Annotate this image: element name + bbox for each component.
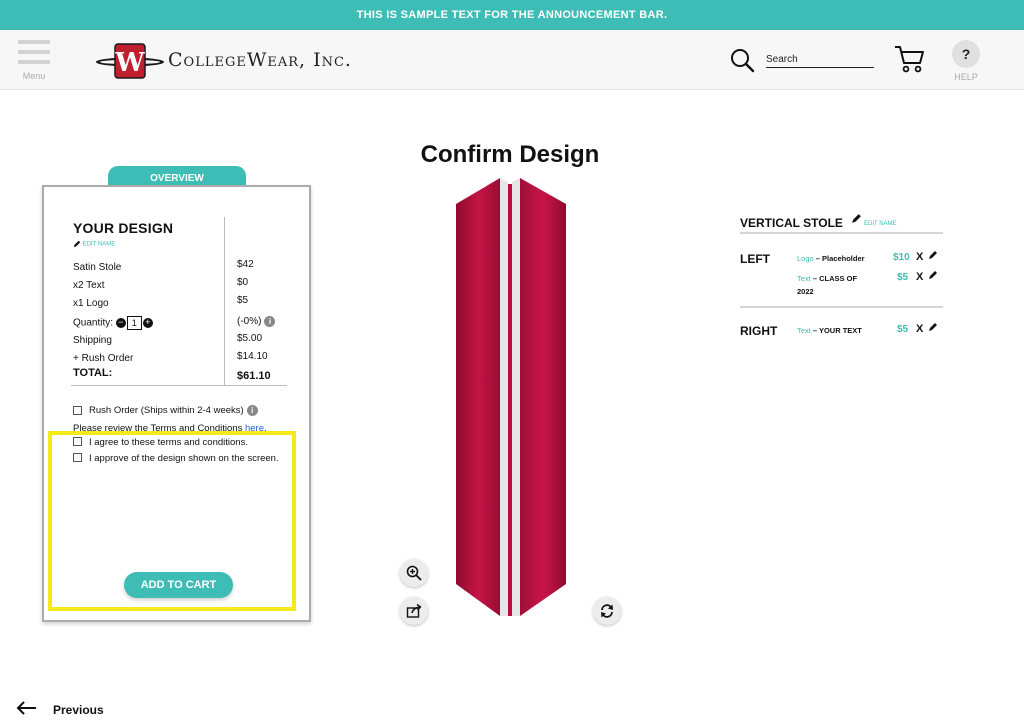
help-label: HELP bbox=[954, 72, 978, 82]
logo-icon[interactable]: W bbox=[95, 41, 165, 81]
item-separator: – bbox=[813, 254, 823, 263]
previous-button[interactable]: Previous bbox=[16, 698, 116, 720]
stole-left-edge bbox=[500, 178, 508, 616]
share-icon bbox=[406, 603, 422, 618]
page-title: Confirm Design bbox=[420, 141, 600, 168]
share-button[interactable] bbox=[400, 597, 428, 625]
left-side-label: LEFT bbox=[740, 252, 770, 266]
rotate-button[interactable] bbox=[593, 597, 621, 625]
item-type: Text bbox=[797, 326, 811, 335]
pencil-icon[interactable] bbox=[928, 270, 938, 280]
help-button[interactable]: ? HELP bbox=[950, 40, 982, 86]
info-icon[interactable]: i bbox=[246, 405, 258, 416]
zoom-in-icon bbox=[406, 565, 422, 581]
quantity-input[interactable]: 1 bbox=[126, 316, 142, 330]
terms-suffix: . bbox=[264, 423, 267, 434]
approve-design-label: I approve of the design shown on the scr… bbox=[89, 453, 279, 464]
rush-order-text: Rush Order (Ships within 2-4 weeks) bbox=[89, 405, 244, 417]
right-side-label: RIGHT bbox=[740, 324, 778, 338]
site-header: Menu W CollegeWear, Inc. ? HELP bbox=[0, 30, 1024, 90]
item-separator: – bbox=[810, 274, 820, 283]
logo-letter: W bbox=[114, 48, 145, 78]
right-item-text: Text – YOUR TEXT bbox=[797, 324, 887, 337]
menu-icon-bar bbox=[18, 50, 50, 54]
overview-panel: YOUR DESIGN EDIT NAME Satin Stole $42 x2… bbox=[42, 185, 311, 622]
column-divider bbox=[224, 217, 225, 385]
total-label: TOTAL: bbox=[73, 367, 113, 379]
terms-text: Please review the Terms and Conditions h… bbox=[73, 423, 267, 434]
item-type: Logo bbox=[797, 254, 814, 263]
line-item-value: $14.10 bbox=[237, 351, 268, 362]
remove-item-button[interactable]: X bbox=[916, 271, 923, 283]
left-item-logo: Logo – Placeholder bbox=[797, 252, 887, 265]
arrow-left-icon bbox=[16, 701, 36, 715]
stole-right-panel bbox=[520, 178, 566, 616]
brand-name: CollegeWear, Inc. bbox=[168, 49, 352, 71]
stole-left-panel bbox=[456, 178, 500, 616]
menu-icon bbox=[18, 40, 50, 44]
menu-button[interactable]: Menu bbox=[14, 38, 54, 84]
menu-label: Menu bbox=[22, 71, 46, 81]
remove-item-button[interactable]: X bbox=[916, 251, 923, 263]
line-item-label: Satin Stole bbox=[73, 262, 122, 273]
rush-order-label: Rush Order (Ships within 2-4 weeks) i bbox=[89, 405, 258, 416]
pencil-icon[interactable] bbox=[928, 250, 938, 260]
stole-right-edge bbox=[512, 178, 520, 616]
total-divider bbox=[71, 385, 287, 386]
stole-center-seam bbox=[508, 184, 512, 616]
summary-title: VERTICAL STOLE bbox=[740, 216, 843, 230]
rush-order-checkbox[interactable] bbox=[73, 406, 82, 415]
agree-terms-label: I agree to these terms and conditions. bbox=[89, 437, 248, 448]
line-item-label: + Rush Order bbox=[73, 353, 134, 364]
summary-divider bbox=[740, 232, 943, 234]
summary-edit-name-link[interactable]: EDIT NAME bbox=[864, 221, 897, 227]
design-heading: YOUR DESIGN bbox=[73, 220, 174, 236]
line-item-value: $42 bbox=[237, 259, 254, 270]
terms-link[interactable]: here bbox=[245, 423, 264, 434]
remove-item-button[interactable]: X bbox=[916, 323, 923, 335]
item-name: Placeholder bbox=[822, 254, 865, 263]
add-to-cart-button[interactable]: ADD TO CART bbox=[124, 572, 233, 598]
agree-terms-checkbox[interactable] bbox=[73, 437, 82, 446]
quantity-label: Quantity: bbox=[73, 317, 114, 329]
item-separator: – bbox=[810, 326, 819, 335]
zoom-in-button[interactable] bbox=[400, 559, 428, 587]
line-item-value: $5 bbox=[237, 295, 249, 306]
item-name: YOUR TEXT bbox=[818, 326, 862, 335]
left-item-text: Text – CLASS OF 2022 bbox=[797, 272, 873, 298]
menu-icon-bar bbox=[18, 60, 50, 64]
search-input[interactable] bbox=[766, 52, 874, 68]
line-item-label: x1 Logo bbox=[73, 298, 109, 309]
line-item-value: $0 bbox=[237, 277, 249, 288]
discount-value: (-0%) i bbox=[237, 316, 276, 328]
discount-label: (-0%) bbox=[237, 316, 262, 328]
quantity-increase-button[interactable]: + bbox=[142, 318, 153, 328]
pencil-icon bbox=[73, 240, 81, 248]
cart-icon[interactable] bbox=[894, 44, 926, 74]
edit-name-link[interactable]: EDIT NAME bbox=[73, 240, 115, 248]
terms-prefix: Please review the Terms and Conditions bbox=[73, 423, 245, 434]
stole-preview bbox=[456, 178, 566, 616]
info-icon[interactable]: i bbox=[264, 316, 276, 327]
rotate-icon bbox=[601, 604, 613, 618]
pencil-icon[interactable] bbox=[928, 322, 938, 332]
item-price: $5 bbox=[897, 272, 909, 283]
quantity-decrease-button[interactable]: − bbox=[115, 318, 126, 328]
item-type: Text bbox=[797, 274, 811, 283]
line-item-label: x2 Text bbox=[73, 280, 105, 291]
previous-label: Previous bbox=[53, 703, 104, 717]
item-price: $10 bbox=[893, 252, 910, 263]
pencil-icon[interactable] bbox=[851, 213, 862, 224]
search-icon[interactable] bbox=[729, 47, 755, 73]
summary-divider bbox=[740, 306, 943, 308]
item-price: $5 bbox=[897, 324, 909, 335]
approve-design-checkbox[interactable] bbox=[73, 453, 82, 462]
line-item-value: $5.00 bbox=[237, 333, 263, 344]
quantity-row: Quantity: −1 + bbox=[73, 316, 153, 330]
total-value: $61.10 bbox=[237, 370, 271, 382]
edit-name-label: EDIT NAME bbox=[82, 241, 116, 248]
announcement-bar: THIS IS SAMPLE TEXT FOR THE ANNOUNCEMENT… bbox=[0, 0, 1024, 30]
line-item-label: Shipping bbox=[73, 335, 112, 346]
help-icon: ? bbox=[952, 40, 980, 68]
